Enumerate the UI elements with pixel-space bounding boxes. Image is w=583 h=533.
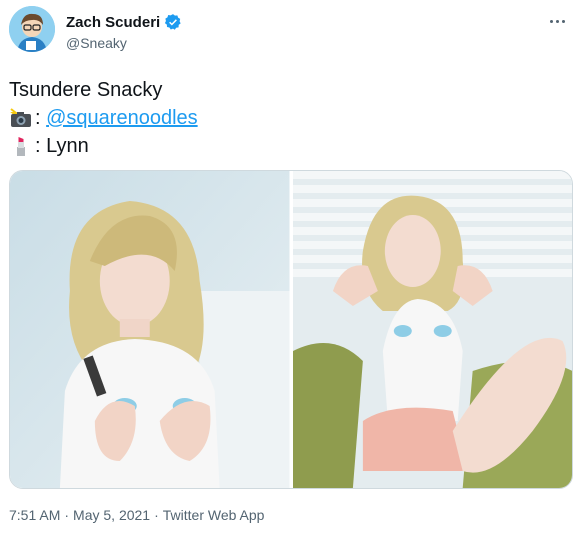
tweet-line-photographer: : @squarenoodles (9, 104, 198, 132)
meta-separator: · (154, 507, 159, 523)
tweet-source: Twitter Web App (162, 507, 265, 523)
makeup-credit: : Lynn (35, 135, 89, 157)
tweet-media-grid (9, 170, 573, 489)
verified-badge-icon (165, 14, 181, 30)
author-avatar[interactable] (9, 6, 55, 52)
author-display-name[interactable]: Zach Scuderi (66, 14, 160, 31)
tweet-meta: 7:51 AM · May 5, 2021 · Twitter Web App (9, 507, 264, 523)
tweet-photo-1[interactable] (10, 171, 290, 488)
tweet-text: Tsundere Snacky : @squarenoodles : Lynn (9, 76, 198, 160)
mention-link[interactable]: @squarenoodles (46, 104, 198, 132)
author-handle[interactable]: @Sneaky (66, 35, 127, 51)
camera-flash-emoji (10, 108, 31, 127)
tweet-photo-2[interactable] (292, 171, 572, 488)
tweet-line-title: Tsundere Snacky (9, 79, 163, 101)
more-options-icon[interactable] (545, 12, 569, 30)
tweet-time[interactable]: 7:51 AM (9, 507, 60, 523)
tweet-line-makeup: : Lynn (9, 132, 198, 160)
tweet-date[interactable]: May 5, 2021 (73, 507, 150, 523)
meta-separator: · (64, 507, 70, 523)
lipstick-emoji (17, 137, 25, 156)
